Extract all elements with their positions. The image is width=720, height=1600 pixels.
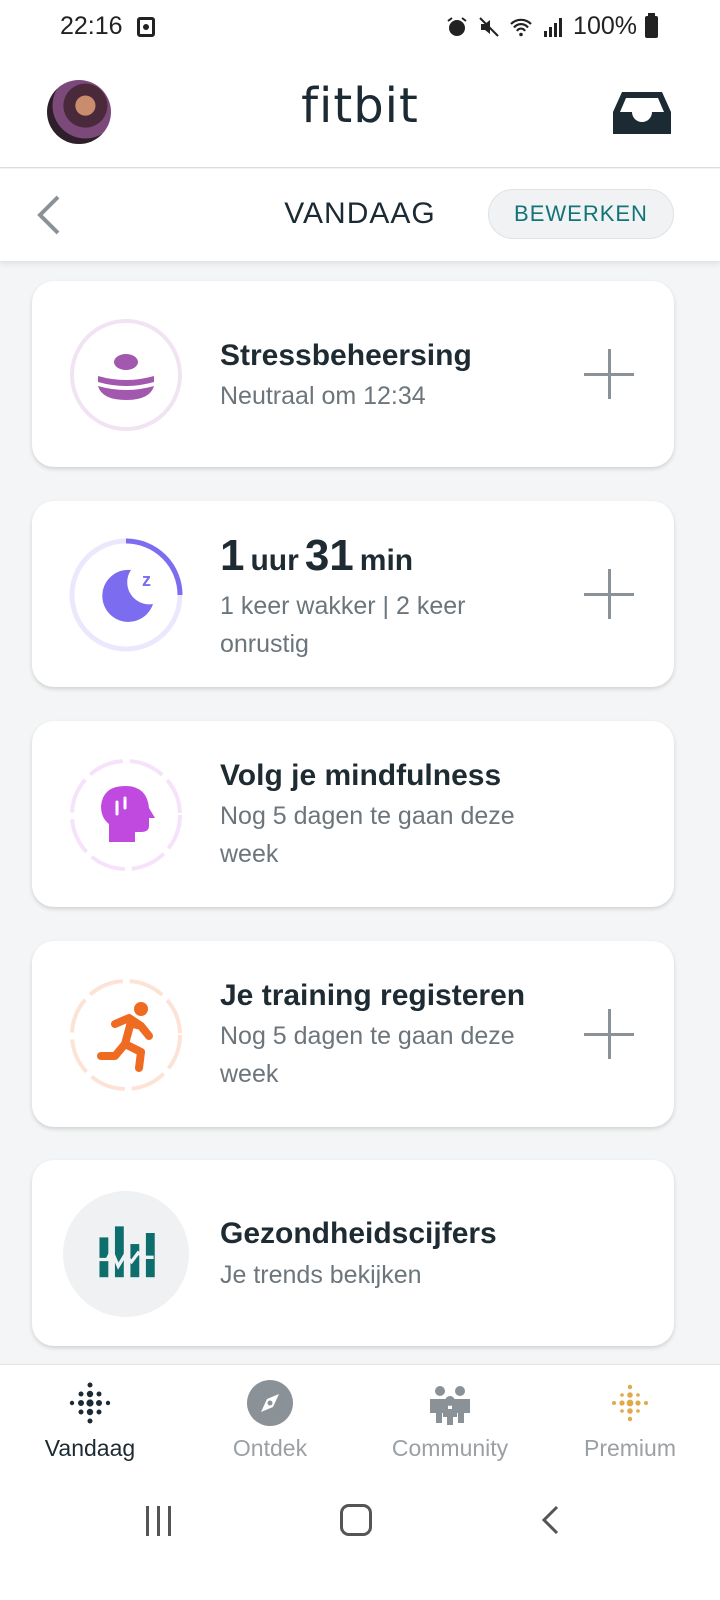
sleep-duration: 1 uur 31 min [220, 531, 419, 581]
system-navigation-bar [0, 1474, 720, 1600]
sleep-hours: 1 [220, 531, 245, 580]
nav-label: Ontdek [232, 1435, 308, 1461]
sleep-minutes: 31 [304, 531, 354, 580]
sleep-moon-icon: z [69, 538, 183, 652]
community-icon [430, 1386, 470, 1425]
recent-apps-button[interactable] [144, 1506, 174, 1536]
add-sleep-button[interactable] [584, 569, 634, 619]
health-metrics-card[interactable]: Gezondheidscijfers Je trends bekijken [32, 1160, 674, 1346]
card-subtitle: Nog 5 dagen te gaan deze week [220, 802, 515, 868]
card-subtitle: Nog 5 dagen te gaan deze week [220, 1022, 515, 1088]
status-bar: 22:16 100% [0, 0, 720, 56]
mindfulness-head-icon [70, 759, 182, 871]
nav-label: Vandaag [44, 1435, 136, 1461]
card-subtitle: Neutraal om 12:34 [220, 382, 426, 410]
mute-icon [479, 16, 499, 37]
inbox-icon[interactable] [612, 90, 672, 136]
app-header: fitbit [0, 56, 720, 168]
add-exercise-button[interactable] [584, 1009, 634, 1059]
battery-percentage: 100% [573, 12, 637, 40]
compass-icon [247, 1380, 293, 1426]
battery-icon [645, 12, 658, 38]
hours-unit: uur [250, 544, 299, 577]
running-person-icon [70, 979, 182, 1091]
status-icons: 100% [445, 12, 658, 41]
wifi-icon [510, 18, 532, 36]
card-title: Je training registeren [220, 979, 526, 1012]
today-dots-icon [69, 1382, 111, 1424]
system-back-icon[interactable] [540, 1504, 560, 1536]
screen-recorder-icon [137, 17, 155, 37]
sleep-card[interactable]: z 1 uur 31 min 1 keer wakker | 2 keer onrus… [32, 501, 674, 687]
card-title: Volg je mindfulness [220, 759, 502, 792]
nav-premium[interactable]: Premium [540, 1365, 720, 1475]
status-time: 22:16 [60, 12, 123, 40]
nav-label: Premium [583, 1435, 676, 1461]
add-stress-button[interactable] [584, 349, 634, 399]
card-subtitle: Je trends bekijken [220, 1261, 422, 1289]
premium-dots-icon [612, 1384, 648, 1422]
signal-icon [544, 17, 563, 37]
exercise-card[interactable]: Je training registeren Nog 5 dagen te ga… [32, 941, 674, 1127]
health-metrics-icon [63, 1191, 189, 1317]
alarm-icon [447, 16, 467, 36]
minutes-unit: min [359, 544, 414, 577]
mindfulness-card[interactable]: Volg je mindfulness Nog 5 dagen te gaan … [32, 721, 674, 907]
edit-button[interactable]: BEWERKEN [488, 189, 674, 239]
card-title: Gezondheidscijfers [220, 1217, 497, 1250]
today-subheader: VANDAAG BEWERKEN [0, 169, 720, 261]
nav-today[interactable]: Vandaag [0, 1365, 180, 1475]
bottom-navigation: Vandaag Ontdek Community Premium [0, 1364, 720, 1474]
home-button[interactable] [340, 1504, 372, 1536]
stress-card[interactable]: Stressbeheersing Neutraal om 12:34 [32, 281, 674, 467]
nav-community[interactable]: Community [360, 1365, 540, 1475]
card-title: Stressbeheersing [220, 339, 472, 372]
card-subtitle: 1 keer wakker | 2 keer onrustig [220, 592, 466, 658]
stress-icon [70, 319, 182, 431]
nav-label: Community [391, 1435, 509, 1461]
svg-text:z: z [142, 570, 151, 590]
nav-discover[interactable]: Ontdek [180, 1365, 360, 1475]
